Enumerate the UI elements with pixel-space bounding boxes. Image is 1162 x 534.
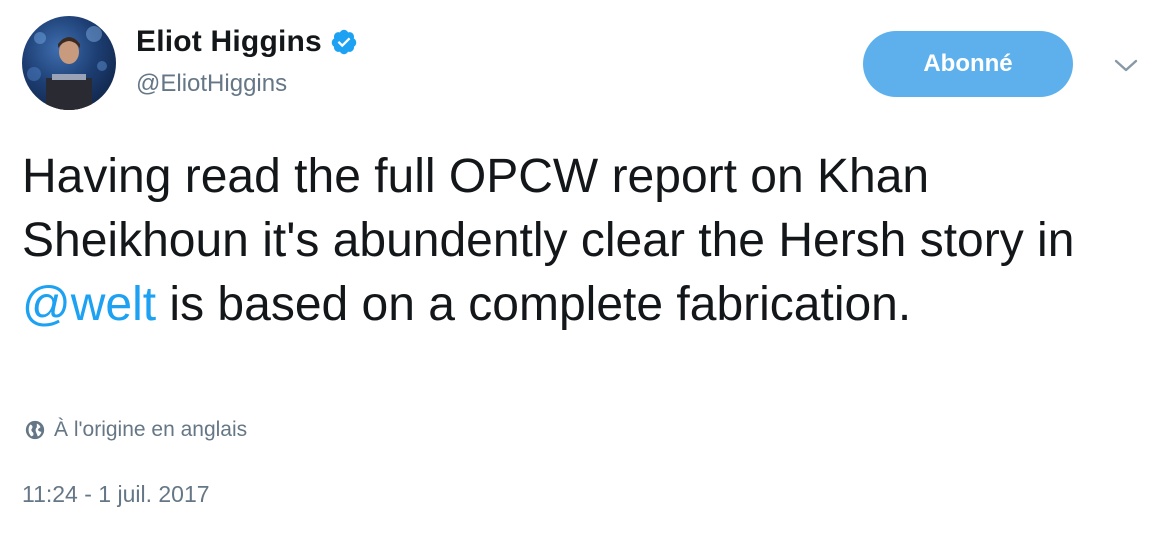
following-button[interactable]: Abonné xyxy=(863,31,1073,97)
globe-icon xyxy=(24,419,46,441)
author-block: Eliot Higgins @EliotHiggins xyxy=(136,22,358,98)
avatar[interactable] xyxy=(22,16,116,110)
tweet-text-after: is based on a complete fabrication. xyxy=(156,278,912,331)
name-row: Eliot Higgins xyxy=(136,22,358,62)
translate-label: À l'origine en anglais xyxy=(54,418,248,441)
translate-link[interactable]: À l'origine en anglais xyxy=(22,418,247,442)
user-handle[interactable]: @EliotHiggins xyxy=(136,70,358,98)
tweet-text: Having read the full OPCW report on Khan… xyxy=(22,145,1132,337)
tweet-text-before: Having read the full OPCW report on Khan… xyxy=(22,150,1075,267)
tweet-card: Eliot Higgins @EliotHiggins Abonné Havin… xyxy=(0,0,1162,534)
display-name[interactable]: Eliot Higgins xyxy=(136,25,322,59)
mention-link[interactable]: @welt xyxy=(22,278,156,331)
chevron-down-icon[interactable] xyxy=(1112,54,1140,78)
timestamp[interactable]: 11:24 - 1 juil. 2017 xyxy=(22,481,210,508)
verified-badge-icon xyxy=(330,28,358,56)
avatar-photo xyxy=(27,26,107,110)
